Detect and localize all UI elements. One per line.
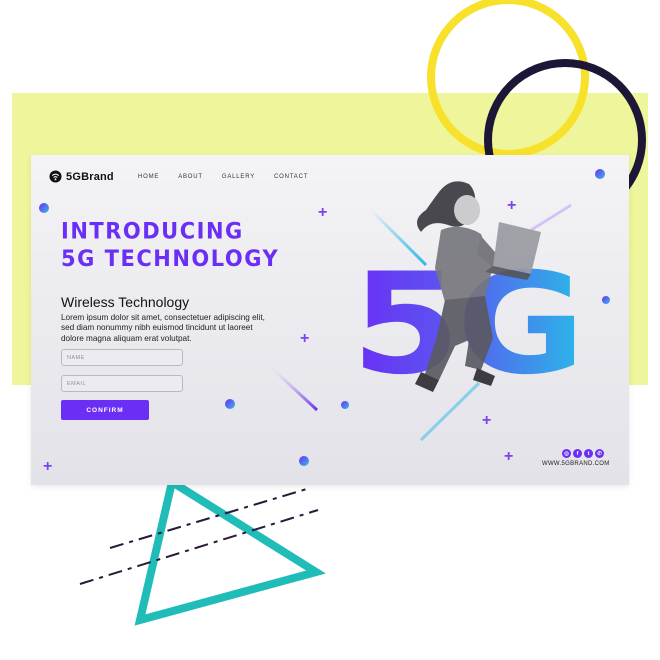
plus-decoration: + [43,458,53,475]
decor-dot [602,296,610,304]
confirm-button[interactable]: CONFIRM [61,400,149,420]
website-url[interactable]: WWW.5GBRAND.COM [542,461,610,467]
decor-dot [341,401,349,409]
headline-line-1: INTRODUCING [61,218,244,244]
instagram-icon[interactable]: ◎ [562,449,571,458]
decor-dot [595,169,605,179]
whatsapp-icon[interactable]: ✆ [595,449,604,458]
social-links: ◎ f t ✆ [562,449,604,458]
hero-headline: INTRODUCING 5G TECHNOLOGY [61,218,279,273]
plus-decoration: + [504,448,514,465]
yellow-ring [427,0,589,158]
twitter-icon[interactable]: t [584,449,593,458]
name-field[interactable]: NAME [61,349,183,366]
hero-description: Lorem ipsum dolor sit amet, consectetuer… [61,313,265,343]
teal-triangle [134,475,326,626]
email-placeholder: EMAIL [67,380,87,387]
facebook-icon[interactable]: f [573,449,582,458]
landing-page-card: 5GBrand HOME ABOUT GALLERY CONTACT + + +… [31,155,629,485]
decor-dot [39,203,49,213]
headline-line-2: 5G TECHNOLOGY [61,246,280,272]
name-placeholder: NAME [67,354,85,361]
accent-line [261,358,319,412]
woman-with-laptop-photo [415,181,541,392]
decor-dot [225,399,235,409]
plus-decoration: + [318,204,328,221]
email-field[interactable]: EMAIL [61,375,183,392]
decor-dot [299,456,309,466]
plus-decoration: + [300,330,310,347]
hero-subtitle: Wireless Technology [61,294,190,310]
